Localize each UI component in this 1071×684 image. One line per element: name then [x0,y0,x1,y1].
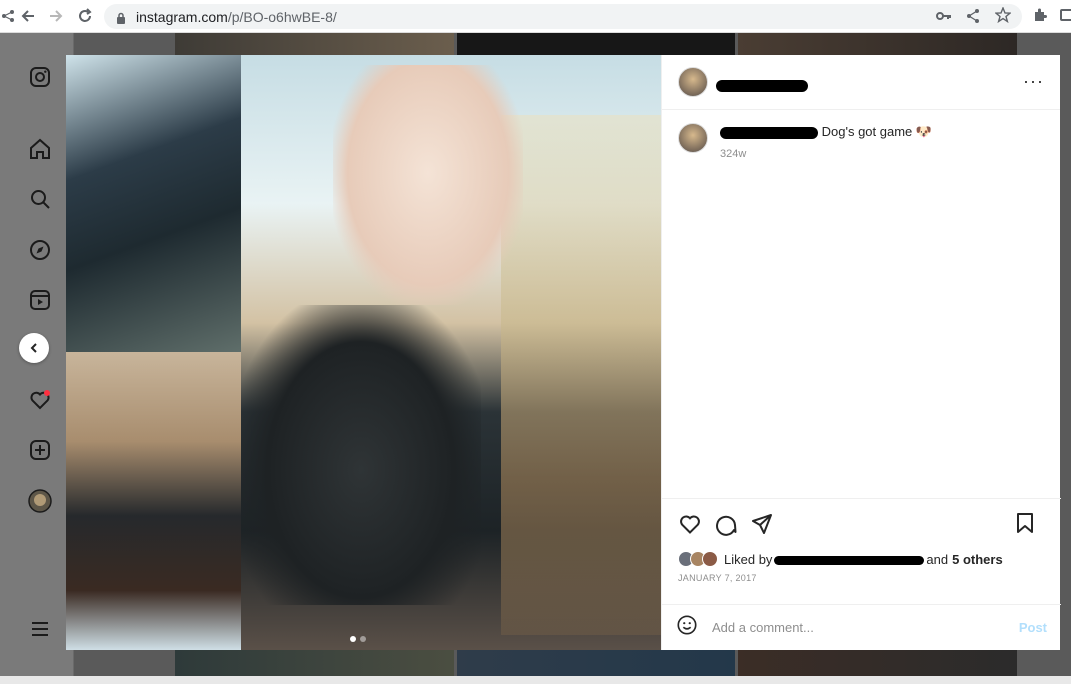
url-host: instagram.com [136,8,228,25]
address-bar[interactable]: instagram.com/p/BO-o6hwBE-8/ [104,4,1022,29]
feed-thumb[interactable] [738,33,1018,57]
caption-time-ago[interactable]: 324w [720,145,932,163]
lock-icon [116,11,126,24]
author-avatar[interactable] [678,67,708,97]
tab-search-icon[interactable] [1060,9,1071,21]
post-actions: Liked by and 5 others JANUARY 7, 2017 [662,498,1061,583]
feed-thumb[interactable] [175,650,454,676]
feed-thumb[interactable] [456,33,736,57]
redaction-mark [720,126,818,139]
feed-thumb[interactable] [175,33,454,57]
comment-input[interactable] [712,620,1019,635]
emoji-icon[interactable] [676,614,698,641]
menu-icon[interactable] [28,617,52,641]
liker-username[interactable] [772,552,926,567]
home-icon[interactable] [28,137,52,161]
post-details-panel: ··· Dog's got game 🐶 324w Liked by and 5… [661,55,1061,650]
url-path: /p/BO-o6hwBE-8/ [227,8,337,25]
forward-icon[interactable] [42,2,70,30]
share-page-icon[interactable] [966,8,980,29]
profile-avatar[interactable] [28,489,52,513]
likes-summary: Liked by and 5 others [678,551,1045,567]
feed-thumb[interactable] [456,650,736,676]
instagram-logo-icon[interactable] [28,65,52,89]
comment-box: Post [662,604,1061,650]
browser-toolbar: instagram.com/p/BO-o6hwBE-8/ [0,0,1071,33]
post-caption: Dog's got game 🐶 324w [678,123,1038,163]
feed-tiles-top [175,33,1018,57]
like-heart-icon[interactable] [678,512,702,536]
carousel-dots [350,636,366,642]
carousel-dot [360,636,366,642]
others-link[interactable]: 5 others [952,552,1003,567]
collage-photo-main [241,55,661,650]
previous-post-button[interactable] [19,333,49,363]
caption-author-avatar[interactable] [678,123,708,153]
liker-avatars [678,551,718,567]
explore-icon[interactable] [28,238,52,262]
reels-icon[interactable] [28,288,52,312]
caption-username[interactable] [720,124,822,139]
redaction-mark [716,80,808,92]
post-header: ··· [662,55,1060,110]
feed-thumb[interactable] [738,650,1018,676]
liked-by-conj: and [926,551,949,567]
redaction-mark [774,555,925,565]
more-options-icon[interactable]: ··· [1023,71,1044,92]
post-date[interactable]: JANUARY 7, 2017 [678,573,1045,583]
liker-avatar[interactable] [702,551,718,567]
notifications-heart-icon[interactable] [28,388,52,412]
collage-photo-top-left [66,55,241,352]
chevron-left-icon [30,343,37,353]
feed-tiles-bottom [175,650,1018,676]
create-icon[interactable] [28,438,52,462]
save-bookmark-icon[interactable] [1013,511,1037,535]
back-icon[interactable] [14,2,42,30]
extensions-icon[interactable] [1032,7,1048,28]
bookmark-star-icon[interactable] [994,6,1012,28]
comment-icon[interactable] [714,512,738,536]
post-comment-button[interactable]: Post [1019,620,1047,635]
search-icon[interactable] [28,187,52,211]
liked-by-prefix: Liked by [724,551,773,567]
post-media[interactable] [66,55,661,650]
os-taskbar [0,676,1071,684]
carousel-dot [350,636,356,642]
collage-photo-bottom-left [66,352,241,650]
reload-icon[interactable] [71,2,99,30]
key-icon[interactable] [936,9,952,27]
share-send-icon[interactable] [750,512,774,536]
caption-text: Dog's got game 🐶 [821,124,933,139]
post-modal: ··· Dog's got game 🐶 324w Liked by and 5… [66,55,1061,650]
